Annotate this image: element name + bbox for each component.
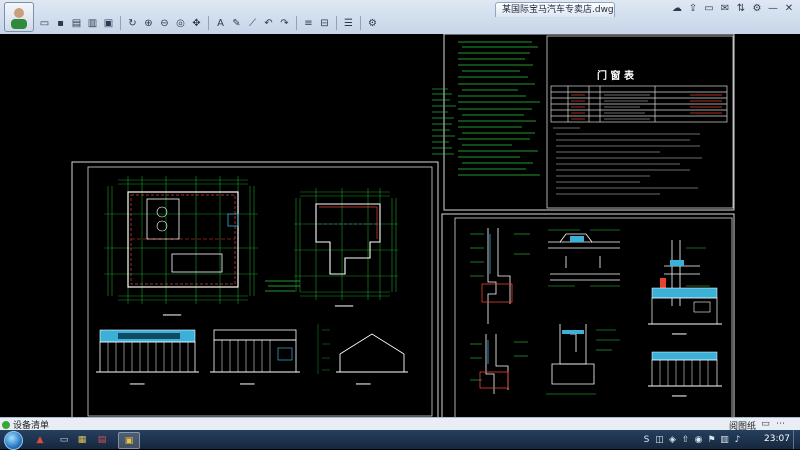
close-icon[interactable]: ✕: [782, 1, 796, 15]
tray-app-icon[interactable]: ◫: [653, 433, 666, 446]
svg-text:━━━━: ━━━━: [355, 381, 371, 388]
taskbar-cad-viewer-icon[interactable]: ▣: [118, 432, 140, 449]
svg-text:━━━━━: ━━━━━: [162, 312, 181, 319]
brush-button[interactable]: ⟋: [246, 17, 259, 30]
settings-button[interactable]: ⚙: [366, 17, 379, 30]
pan-button[interactable]: ✥: [190, 17, 203, 30]
user-avatar[interactable]: [4, 2, 34, 32]
more-icon[interactable]: ⋯: [775, 419, 786, 429]
door-window-notes: [553, 127, 702, 195]
window-controls: ☁ ⇪ ▭ ✉ ⇅ ⚙ — ✕: [668, 1, 796, 15]
section-1-1: ━━━━: [317, 324, 408, 388]
door-window-table-title: 门 窗 表: [597, 69, 635, 82]
print-button[interactable]: ▤: [70, 17, 83, 30]
toolbar-separator: [336, 16, 337, 30]
save-button[interactable]: ▪: [54, 17, 67, 30]
redo-button[interactable]: ↷: [278, 17, 291, 30]
taskbar-app-1-icon[interactable]: ▲: [30, 432, 50, 447]
drawing-canvas[interactable]: 门 窗 表 ━━━━━ ━━━━━ ━━━━ ━━━━ ━━━━ ━━━━ ━━…: [0, 34, 800, 417]
taskbar-app-4-icon[interactable]: ▤: [92, 432, 112, 447]
open-file-button[interactable]: ▭: [38, 17, 51, 30]
toolbar-separator: [296, 16, 297, 30]
security-icon[interactable]: ◉: [692, 433, 705, 446]
comment-icon[interactable]: ▭: [760, 419, 771, 429]
system-tray: S ◫ ◈ ⇧ ◉ ⚑ ▥ ♪: [640, 433, 744, 446]
right-elevation-2: ━━━━: [648, 351, 722, 400]
network-status-icon[interactable]: ▥: [718, 433, 731, 446]
toolbar-separator: [120, 16, 121, 30]
svg-text:━━━━━: ━━━━━: [334, 303, 353, 310]
sheet-frame-bottom-right: [441, 213, 735, 417]
svg-text:━━━━: ━━━━: [239, 381, 255, 388]
flag-icon[interactable]: ⚑: [705, 433, 718, 446]
pencil-button[interactable]: ✎: [230, 17, 243, 30]
cloud-icon[interactable]: ☁: [670, 1, 684, 15]
share-icon[interactable]: ⇪: [686, 1, 700, 15]
lock-button[interactable]: ▣: [102, 17, 115, 30]
zoom-out-button[interactable]: ⊖: [158, 17, 171, 30]
folder-icon[interactable]: ▭: [702, 1, 716, 15]
svg-text:━━━━: ━━━━: [671, 331, 687, 338]
document-tab[interactable]: 某国际宝马汽车专卖店.dwg: [495, 2, 615, 17]
zoom-in-button[interactable]: ⊕: [142, 17, 155, 30]
wall-details: [479, 228, 513, 394]
start-button[interactable]: [4, 431, 23, 450]
taskbar-app-3-icon[interactable]: ▦: [72, 432, 92, 447]
zoom-window-button[interactable]: ◎: [174, 17, 187, 30]
os-taskbar: ▲ ▭ ▦ ▤ ▣ S ◫ ◈ ⇧ ◉ ⚑ ▥ ♪ 23:07: [0, 430, 800, 450]
front-elevation: ━━━━: [96, 329, 199, 388]
right-elevation-1: ━━━━: [648, 287, 722, 338]
design-notes-block: [458, 41, 540, 176]
gear-icon[interactable]: ⚙: [750, 1, 764, 15]
rotate-button[interactable]: ↻: [126, 17, 139, 30]
message-icon[interactable]: ✉: [718, 1, 732, 15]
volume-icon[interactable]: ♪: [731, 433, 744, 446]
toolbar: ▭ ▪ ▤ ▥ ▣ ↻ ⊕ ⊖ ◎ ✥ A ✎ ⟋ ↶ ↷ ≡ ⊟ ☰ ⚙: [38, 15, 382, 31]
svg-text:━━━━: ━━━━: [129, 381, 145, 388]
svg-text:━━━━: ━━━━: [671, 393, 687, 400]
ground-floor-plan: ━━━━━: [104, 176, 258, 319]
toolbar-separator: [360, 16, 361, 30]
door-window-table: [550, 85, 728, 123]
taskbar-app-2-icon[interactable]: ▭: [54, 432, 74, 447]
avatar-icon: [11, 8, 27, 29]
status-indicator-icon: [2, 420, 10, 429]
side-elevation: ━━━━: [210, 329, 300, 388]
cad-drawing: 门 窗 表 ━━━━━ ━━━━━ ━━━━ ━━━━ ━━━━ ━━━━ ━━…: [71, 34, 735, 417]
show-desktop-button[interactable]: [793, 430, 800, 449]
roof-plan: ━━━━━: [294, 188, 398, 310]
ime-icon[interactable]: S: [640, 433, 653, 446]
device-list-item[interactable]: 设备清单: [2, 419, 49, 431]
stack-button[interactable]: ☰: [342, 17, 355, 30]
layers-button[interactable]: ≡: [302, 17, 315, 30]
toolbar-separator: [208, 16, 209, 30]
top-toolbar-area: ▭ ▪ ▤ ▥ ▣ ↻ ⊕ ⊖ ◎ ✥ A ✎ ⟋ ↶ ↷ ≡ ⊟ ☰ ⚙ 某国际宝马汽车专卖店.dwg ☁ ⇪ ▭ ✉ ⇅…: [0, 0, 800, 35]
taskbar-clock[interactable]: 23:07: [764, 434, 790, 444]
network-icon[interactable]: ◈: [666, 433, 679, 446]
minimize-icon[interactable]: —: [766, 1, 780, 15]
sheet-frame-left: [71, 161, 439, 417]
pin-icon[interactable]: ⇅: [734, 1, 748, 15]
upload-icon[interactable]: ⇧: [679, 433, 692, 446]
status-bar: 设备清单 阅图纸 ▭ ⋯: [0, 417, 800, 432]
export-button[interactable]: ▥: [86, 17, 99, 30]
measure-button[interactable]: ⊟: [318, 17, 331, 30]
undo-button[interactable]: ↶: [262, 17, 275, 30]
text-button[interactable]: A: [214, 17, 227, 30]
